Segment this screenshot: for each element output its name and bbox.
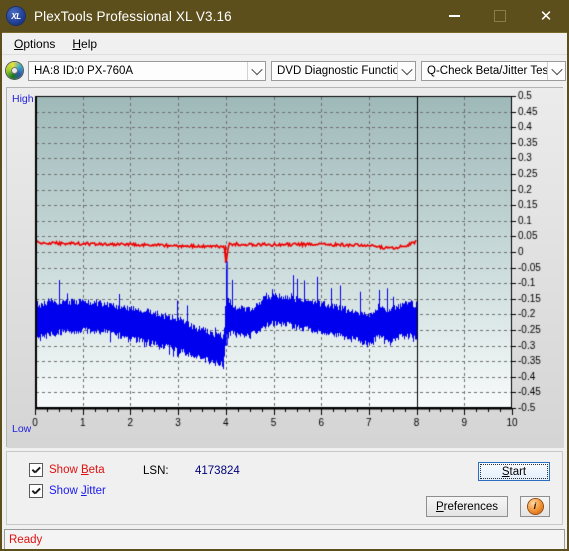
function-select[interactable]: DVD Diagnostic Functions bbox=[271, 60, 416, 81]
status-text: Ready bbox=[9, 534, 43, 546]
cd-disc-icon bbox=[6, 62, 23, 79]
start-button-label: Start bbox=[501, 465, 527, 478]
close-icon: ✕ bbox=[539, 7, 553, 25]
check-icon bbox=[32, 487, 41, 496]
chevron-down-icon[interactable] bbox=[397, 61, 415, 80]
function-select-value: DVD Diagnostic Functions bbox=[277, 64, 412, 77]
menubar: Options Help bbox=[2, 33, 567, 55]
test-select[interactable]: Q-Check Beta/Jitter Test bbox=[421, 60, 566, 81]
chevron-down-icon[interactable] bbox=[247, 61, 265, 80]
chevron-down-icon[interactable] bbox=[547, 61, 565, 80]
test-select-value: Q-Check Beta/Jitter Test bbox=[427, 64, 552, 77]
toolbar: HA:8 ID:0 PX-760A DVD Diagnostic Functio… bbox=[2, 55, 567, 87]
graph-panel: High Low bbox=[6, 87, 564, 448]
minimize-button[interactable] bbox=[431, 0, 477, 32]
lsn-value: 4173824 bbox=[195, 465, 240, 477]
window-controls: ✕ bbox=[431, 0, 569, 32]
maximize-button[interactable] bbox=[477, 0, 523, 32]
menu-help[interactable]: Help bbox=[66, 35, 106, 53]
maximize-icon bbox=[494, 10, 506, 22]
titlebar: XL PlexTools Professional XL V3.16 ✕ bbox=[0, 0, 569, 32]
checkbox-box bbox=[29, 463, 43, 477]
preferences-button[interactable]: Preferences bbox=[426, 496, 508, 517]
show-jitter-label: Show Jitter bbox=[49, 485, 106, 497]
info-icon: i bbox=[527, 499, 543, 514]
checkbox-box bbox=[29, 484, 43, 498]
info-button[interactable]: i bbox=[520, 496, 550, 517]
show-beta-checkbox[interactable]: Show Beta bbox=[29, 463, 105, 477]
drive-select[interactable]: HA:8 ID:0 PX-760A bbox=[28, 60, 266, 81]
axis-label-high: High bbox=[12, 93, 34, 105]
menu-options[interactable]: Options bbox=[8, 35, 64, 53]
statusbar: Ready bbox=[4, 529, 565, 549]
beta-jitter-chart[interactable]: High Low bbox=[6, 87, 564, 448]
client-area: Options Help HA:8 ID:0 PX-760A DVD Diagn… bbox=[2, 32, 567, 549]
axis-label-low: Low bbox=[12, 423, 32, 435]
minimize-icon bbox=[448, 15, 460, 17]
application-window: XL PlexTools Professional XL V3.16 ✕ Opt… bbox=[0, 0, 569, 551]
chart-canvas bbox=[7, 88, 564, 448]
lsn-label: LSN: bbox=[143, 465, 169, 477]
drive-select-value: HA:8 ID:0 PX-760A bbox=[34, 64, 134, 77]
window-title: PlexTools Professional XL V3.16 bbox=[34, 8, 232, 24]
xl-logo-icon: XL bbox=[7, 7, 25, 25]
check-icon bbox=[32, 466, 41, 475]
controls-panel: Show Beta Show Jitter LSN: 4173824 Start… bbox=[6, 451, 563, 525]
preferences-button-label: Preferences bbox=[435, 500, 498, 513]
start-button[interactable]: Start bbox=[478, 462, 550, 481]
show-beta-label: Show Beta bbox=[49, 464, 105, 476]
show-jitter-checkbox[interactable]: Show Jitter bbox=[29, 484, 106, 498]
close-button[interactable]: ✕ bbox=[523, 0, 569, 32]
